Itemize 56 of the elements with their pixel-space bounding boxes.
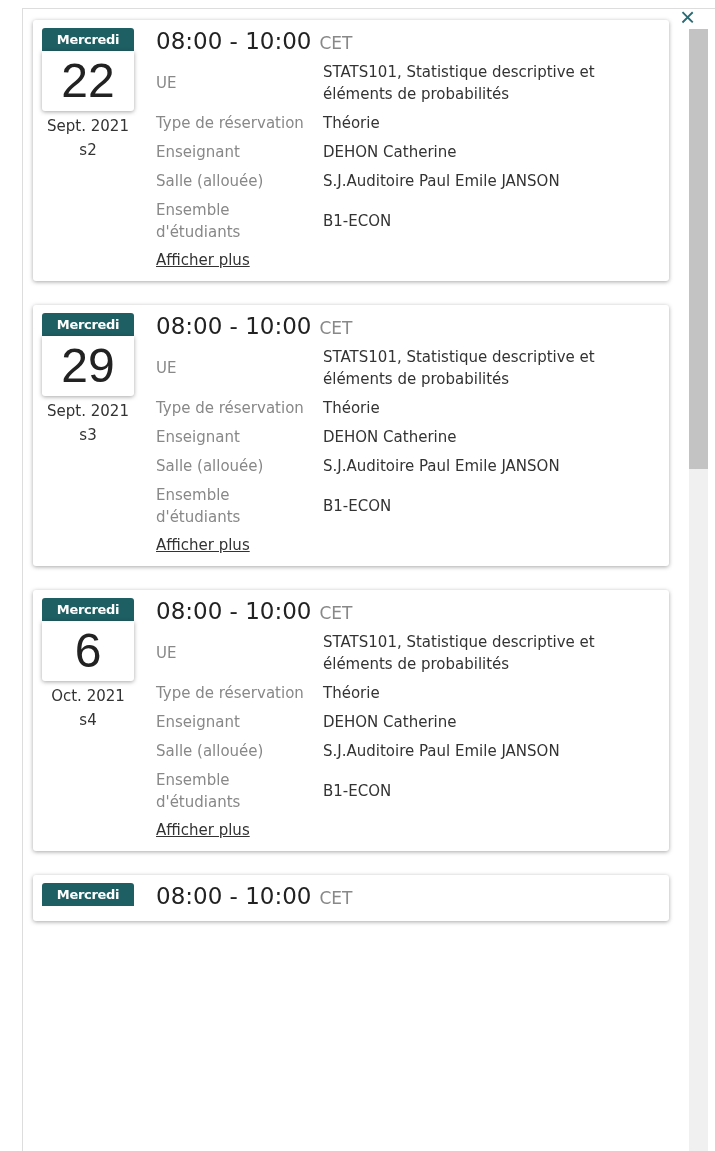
field-value: STATS101, Statistique descriptive et éléments de probabilités [323,632,596,675]
weekday-label: Mercredi [42,883,134,906]
timezone: CET [319,603,353,623]
weekday-label: Mercredi [42,598,134,621]
field-value: S.J.Auditoire Paul Emile JANSON [323,741,561,762]
field-value: Théorie [323,398,381,419]
field-value: S.J.Auditoire Paul Emile JANSON [323,456,561,477]
month-year: Sept. 2021 [47,402,129,420]
day-number: 6 [42,621,134,681]
week-label: s4 [79,711,97,729]
show-more-link[interactable]: Afficher plus [156,536,250,554]
field-label: UE [156,643,178,664]
weekday-label: Mercredi [42,28,134,51]
time-range: 08:00 - 10:00 [156,313,312,339]
field-label: Ensemble d'étudiants [156,485,242,528]
time-range: 08:00 - 10:00 [156,28,312,54]
day-number: 29 [42,336,134,396]
field-label: Enseignant [156,712,241,733]
field-value: STATS101, Statistique descriptive et éléments de probabilités [323,62,596,105]
show-more-link[interactable]: Afficher plus [156,821,250,839]
field-value: DEHON Catherine [323,142,458,163]
weekday-label: Mercredi [42,313,134,336]
timezone: CET [319,33,353,53]
field-label: Salle (allouée) [156,456,265,477]
field-value: STATS101, Statistique descriptive et éléments de probabilités [323,347,596,390]
field-label: Salle (allouée) [156,741,265,762]
show-more-link[interactable]: Afficher plus [156,251,250,269]
field-label: Type de réservation [156,398,305,419]
field-label: Ensemble d'étudiants [156,200,242,243]
timezone: CET [319,888,353,908]
field-label: Ensemble d'étudiants [156,770,242,813]
field-label: Salle (allouée) [156,171,265,192]
field-label: Enseignant [156,427,241,448]
field-value: B1-ECON [323,496,393,517]
scrollbar-thumb[interactable] [689,29,708,469]
time-range: 08:00 - 10:00 [156,883,312,909]
field-label: Enseignant [156,142,241,163]
field-value: B1-ECON [323,781,393,802]
field-value: Théorie [323,683,381,704]
month-year: Oct. 2021 [51,687,125,705]
close-button[interactable]: × [680,6,696,28]
day-number: 22 [42,51,134,111]
field-value: DEHON Catherine [323,427,458,448]
field-label: UE [156,73,178,94]
field-label: UE [156,358,178,379]
field-value: DEHON Catherine [323,712,458,733]
field-value: Théorie [323,113,381,134]
field-value: S.J.Auditoire Paul Emile JANSON [323,171,561,192]
field-label: Type de réservation [156,683,305,704]
month-year: Sept. 2021 [47,117,129,135]
timezone: CET [319,318,353,338]
week-label: s3 [79,426,97,444]
time-range: 08:00 - 10:00 [156,598,312,624]
field-label: Type de réservation [156,113,305,134]
field-value: B1-ECON [323,211,393,232]
week-label: s2 [79,141,97,159]
